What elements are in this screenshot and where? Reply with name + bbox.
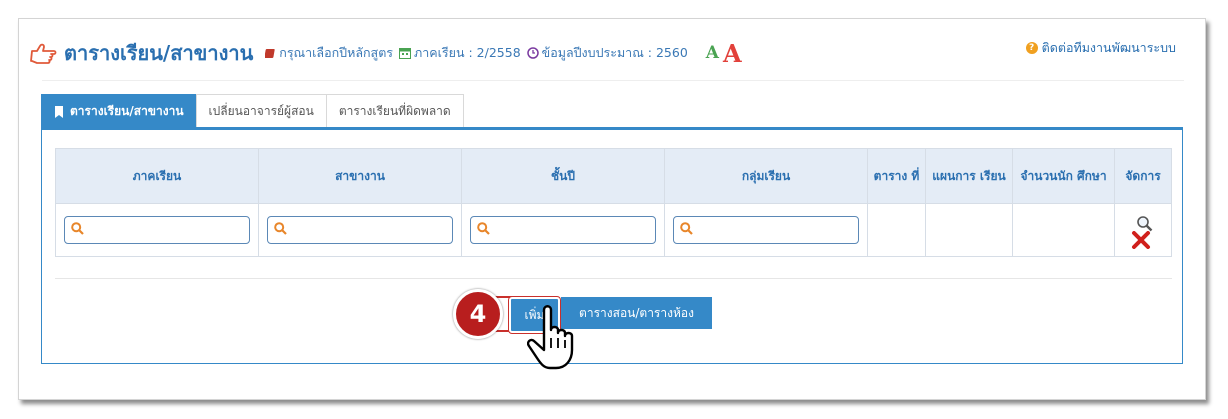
empty-cell: [1011, 203, 1116, 257]
col-semester[interactable]: ภาคเรียน: [55, 148, 259, 204]
action-icons: [1123, 209, 1163, 251]
semester-search-input[interactable]: [64, 216, 250, 244]
col-year[interactable]: ชั้นปี: [461, 148, 665, 204]
semester-label: ภาคเรียน : 2/2558: [414, 45, 521, 60]
col-schedule-no[interactable]: ตาราง ที่: [867, 148, 926, 204]
tab-schedule-errors[interactable]: ตารางเรียนที่ผิดพลาด: [325, 94, 464, 128]
header-info: กรุณาเลือกปีหลักสูตร ภาคเรียน : 2/2558 ข…: [265, 39, 742, 68]
teaching-room-schedule-button[interactable]: ตารางสอน/ตารางห้อง: [561, 297, 712, 329]
col-study-plan[interactable]: แผนการ เรียน: [925, 148, 1013, 204]
schedule-table: ภาคเรียน สาขางาน ชั้นปี กลุ่มเรียน ตาราง…: [55, 148, 1172, 257]
search-icon: [477, 222, 490, 235]
search-icon: [274, 222, 287, 235]
filter-cell: [461, 203, 665, 257]
empty-cell: [925, 203, 1013, 257]
bookmark-icon: [55, 105, 63, 118]
empty-cell: [867, 203, 926, 257]
tab-label: เปลี่ยนอาจารย์ผู้สอน: [208, 104, 314, 118]
course-prompt-link[interactable]: กรุณาเลือกปีหลักสูตร: [279, 43, 393, 63]
tab-bar: ตารางเรียน/สาขางาน เปลี่ยนอาจารย์ผู้สอน …: [41, 94, 464, 128]
filter-cell: [664, 203, 868, 257]
font-increase-button[interactable]: A: [723, 39, 742, 68]
col-actions: จัดการ: [1114, 148, 1172, 204]
page-title: ตารางเรียน/สาขางาน: [64, 41, 254, 65]
budget-year-label: ข้อมูลปีงบประมาณ : 2560: [541, 45, 688, 60]
search-icon: [71, 222, 84, 235]
col-student-count[interactable]: จำนวนนัก ศึกษา: [1011, 148, 1116, 204]
filter-cell: [258, 203, 462, 257]
contact-dev-link[interactable]: ? ติดต่อทีมงานพัฒนาระบบ: [1025, 38, 1176, 58]
col-group[interactable]: กลุ่มเรียน: [664, 148, 868, 204]
book-icon: [265, 48, 276, 59]
tab-label: ตารางเรียน/สาขางาน: [70, 104, 184, 118]
header-divider: [42, 80, 1184, 81]
font-decrease-button[interactable]: A: [706, 43, 719, 63]
panel-divider: [55, 278, 1172, 279]
question-icon: ?: [1025, 42, 1038, 54]
hand-cursor-icon: [527, 305, 574, 370]
search-icon: [680, 222, 693, 235]
page-header: ตารางเรียน/สาขางาน กรุณาเลือกปีหลักสูตร …: [30, 38, 742, 68]
hand-point-right-icon: [30, 43, 57, 64]
group-search-input[interactable]: [673, 216, 859, 244]
tab-schedule-major[interactable]: ตารางเรียน/สาขางาน: [41, 94, 197, 128]
tab-label: ตารางเรียนที่ผิดพลาด: [338, 104, 451, 118]
contact-label: ติดต่อทีมงานพัฒนาระบบ: [1041, 40, 1176, 55]
filter-cell: [55, 203, 259, 257]
actions-cell: [1114, 203, 1172, 257]
clock-icon: [526, 47, 539, 59]
calendar-icon: [399, 47, 412, 59]
tab-change-teacher[interactable]: เปลี่ยนอาจารย์ผู้สอน: [195, 94, 327, 128]
major-search-input[interactable]: [267, 216, 453, 244]
step-number-badge: 4: [453, 289, 503, 339]
table-header-row: ภาคเรียน สาขางาน ชั้นปี กลุ่มเรียน ตาราง…: [55, 148, 1172, 204]
col-major[interactable]: สาขางาน: [258, 148, 462, 204]
year-search-input[interactable]: [470, 216, 656, 244]
delete-x-icon[interactable]: [1131, 231, 1151, 249]
filter-row: [55, 203, 1172, 257]
